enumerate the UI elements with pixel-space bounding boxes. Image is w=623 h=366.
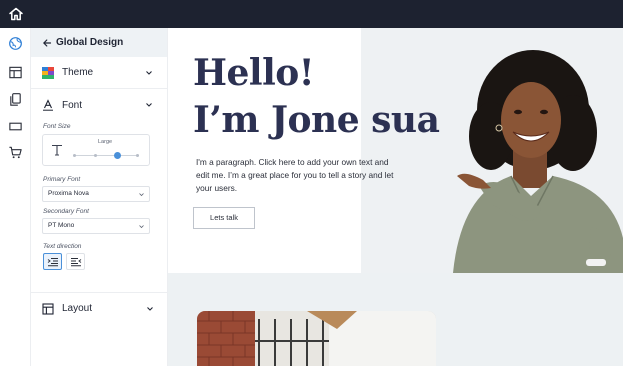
secondary-font-select[interactable]: PT Mono [42,218,150,234]
align-left-icon [71,258,82,267]
layout-section[interactable]: Layout [31,292,168,324]
align-right-button[interactable] [43,253,62,270]
palette-icon [42,66,54,79]
tool-rail [0,28,31,366]
layout-label: Layout [62,303,93,314]
primary-font-label: Primary Font [43,176,81,183]
lets-talk-button[interactable]: Lets talk [193,207,255,229]
font-section[interactable]: Font [31,89,167,121]
panel-header[interactable]: Global Design [31,28,167,57]
text-direction-label: Text direction [43,243,82,250]
image-card[interactable] [197,311,436,366]
rectangle-icon[interactable] [8,119,23,134]
cart-icon[interactable] [8,145,23,160]
layout-icon [42,302,54,315]
hero-headline[interactable]: Hello! I’m Jone sua [193,50,440,144]
slider-tick [94,154,97,157]
text-direction-toggle [43,253,167,270]
text-size-icon [52,144,62,156]
chevron-down-icon [146,103,152,107]
layout-icon[interactable] [8,65,23,80]
arrow-left-icon[interactable] [42,38,52,48]
global-design-panel: Global Design Theme Font Font Size Large… [31,28,168,366]
building-image [197,311,436,366]
headline-line-1: Hello! [193,52,315,94]
secondary-font-label: Secondary Font [43,208,89,215]
align-left-button[interactable] [66,253,85,270]
hero-paragraph[interactable]: I'm a paragraph. Click here to add your … [196,156,396,195]
home-icon[interactable] [8,6,24,22]
font-size-value: Large [98,139,113,145]
globe-palette-icon[interactable] [8,36,23,51]
slider-handle[interactable] [114,152,121,159]
font-size-slider[interactable] [74,155,139,156]
pages-icon[interactable] [8,92,23,107]
secondary-font-value: PT Mono [48,222,75,229]
panel-title: Global Design [56,37,124,48]
chevron-down-icon [139,225,144,229]
font-size-control: Large [42,134,150,166]
slider-tick [136,154,139,157]
font-icon [43,99,53,111]
chevron-down-icon [139,193,144,197]
slider-tick [73,154,76,157]
chevron-down-icon [147,307,153,311]
top-bar [0,0,623,28]
headline-line-2: I’m Jone sua [193,99,440,141]
primary-font-value: Proxima Nova [48,190,89,197]
lower-section [168,273,623,366]
site-canvas: Hello! I’m Jone sua I'm a paragraph. Cli… [168,28,623,366]
theme-section[interactable]: Theme [31,57,167,89]
chevron-down-icon [146,71,152,75]
font-size-label: Font Size [43,123,71,130]
primary-font-select[interactable]: Proxima Nova [42,186,150,202]
align-right-icon [47,258,58,267]
font-label: Font [62,99,83,111]
theme-label: Theme [62,67,94,78]
